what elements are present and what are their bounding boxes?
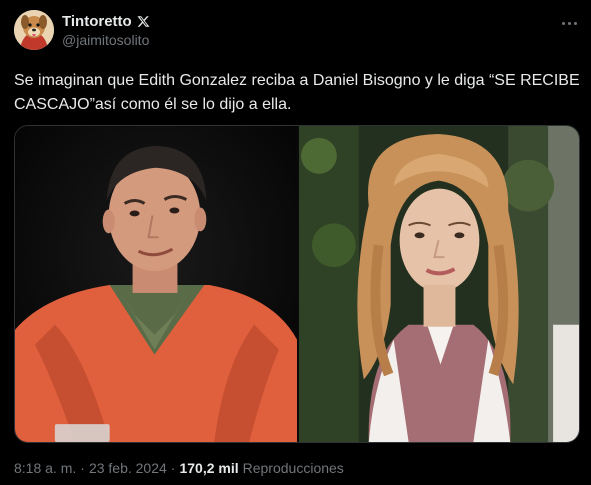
display-name[interactable]: Tintoretto — [62, 13, 132, 30]
tweet-meta: 8:18 a. m. · 23 feb. 2024 · 170,2 mil Re… — [14, 460, 344, 476]
man-in-orange-blazer-photo[interactable] — [15, 126, 297, 442]
x-logo-icon — [137, 15, 150, 27]
tweet: Tintoretto @jaimitosolito Se imaginan qu… — [0, 0, 591, 485]
meta-separator: · — [170, 460, 176, 476]
author-name-row[interactable]: Tintoretto — [62, 11, 150, 31]
media-grid[interactable] — [14, 125, 580, 443]
tweet-time[interactable]: 8:18 a. m. — [14, 460, 76, 476]
tweet-text: Se imaginan que Edith Gonzalez reciba a … — [14, 72, 580, 113]
woman-with-blonde-hair-photo[interactable] — [299, 126, 579, 442]
tweet-date[interactable]: 23 feb. 2024 — [89, 460, 167, 476]
views-label: Reproducciones — [242, 460, 344, 476]
author-handle[interactable]: @jaimitosolito — [62, 32, 149, 48]
views-count[interactable]: 170,2 mil — [179, 460, 238, 476]
more-options-icon[interactable] — [556, 13, 582, 33]
dog-avatar-icon[interactable] — [14, 10, 54, 50]
meta-separator: · — [80, 460, 85, 476]
